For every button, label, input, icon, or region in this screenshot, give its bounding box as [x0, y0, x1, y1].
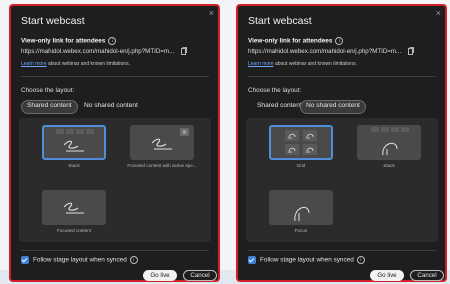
- learn-more-rest: about webinar and known limitations.: [46, 61, 130, 67]
- dialog-title: Start webcast: [248, 15, 312, 27]
- go-live-button[interactable]: Go live: [143, 270, 177, 281]
- view-only-link-label: View-only link for attendees: [248, 37, 333, 45]
- layout-label-grid: Grid: [296, 163, 306, 168]
- info-icon[interactable]: i: [129, 256, 138, 264]
- divider: [21, 76, 209, 77]
- layout-panel: Grid Stack Focus: [246, 118, 438, 242]
- layout-option-stack[interactable]: [357, 125, 421, 160]
- grid-faces-icon: [285, 130, 317, 155]
- learn-more-link[interactable]: Learn more: [21, 61, 47, 67]
- layout-option-focused-content[interactable]: [42, 190, 106, 225]
- view-only-link-title: View-only link for attendees i: [248, 37, 344, 45]
- layout-label-focus: Focus: [294, 228, 308, 233]
- layout-option-stack[interactable]: [42, 125, 106, 160]
- copy-icon[interactable]: [181, 47, 187, 55]
- choose-layout-label: Choose the layout:: [248, 87, 302, 94]
- divider: [248, 250, 436, 251]
- view-only-link-title: View-only link for attendees i: [21, 37, 117, 45]
- cancel-button[interactable]: Cancel: [410, 270, 444, 281]
- start-webcast-dialog-shared: Start webcast × View-only link for atten…: [9, 4, 220, 282]
- dialog-title: Start webcast: [21, 15, 85, 27]
- start-webcast-dialog-no-shared: Start webcast × View-only link for atten…: [236, 4, 447, 282]
- follow-checkbox[interactable]: [21, 256, 29, 264]
- info-icon[interactable]: i: [356, 256, 365, 264]
- tab-no-shared-content[interactable]: No shared content: [79, 100, 143, 112]
- layout-label-focused-content: Focused content: [57, 228, 91, 233]
- face-focus-icon: [294, 206, 310, 222]
- tab-no-shared-content[interactable]: No shared content: [300, 100, 366, 114]
- divider: [21, 250, 209, 251]
- layout-label-stack: Stack: [383, 163, 395, 168]
- follow-stage-label: Follow stage layout when synced i: [260, 256, 365, 264]
- choose-layout-label: Choose the layout:: [21, 87, 75, 94]
- tab-shared-content[interactable]: Shared content: [252, 100, 307, 112]
- layout-option-grid[interactable]: [269, 125, 333, 160]
- signature-with-speaker-icon: [151, 128, 189, 150]
- go-live-button[interactable]: Go live: [370, 270, 404, 281]
- follow-stage-label: Follow stage layout when synced i: [33, 256, 138, 264]
- close-icon[interactable]: ×: [209, 8, 214, 18]
- follow-stage-text: Follow stage layout when synced: [260, 256, 354, 264]
- info-icon[interactable]: i: [335, 37, 344, 45]
- layout-label-focused-with-speaker: Focused content with active spe...: [127, 163, 197, 168]
- signature-icon: [56, 129, 94, 152]
- info-icon[interactable]: i: [108, 37, 117, 45]
- layout-label-stack: Stack: [68, 163, 80, 168]
- layout-panel: Stack Focused content with active spe...…: [19, 118, 211, 242]
- cancel-button[interactable]: Cancel: [183, 270, 217, 281]
- signature-icon: [63, 202, 84, 214]
- divider: [248, 76, 436, 77]
- tab-shared-content[interactable]: Shared content: [21, 100, 78, 114]
- follow-checkbox[interactable]: [248, 256, 256, 264]
- face-stack-icon: [371, 127, 409, 156]
- learn-more-link[interactable]: Learn more: [248, 61, 274, 67]
- learn-more-text: Learn more about webinar and known limit…: [21, 61, 130, 67]
- layout-option-focus[interactable]: [269, 190, 333, 225]
- follow-stage-text: Follow stage layout when synced: [33, 256, 127, 264]
- learn-more-text: Learn more about webinar and known limit…: [248, 61, 357, 67]
- attendee-url: https://mahidol.webex.com/mahidol-en/j.p…: [21, 48, 175, 55]
- close-icon[interactable]: ×: [436, 8, 441, 18]
- view-only-link-label: View-only link for attendees: [21, 37, 106, 45]
- copy-icon[interactable]: [408, 47, 414, 55]
- learn-more-rest: about webinar and known limitations.: [273, 61, 357, 67]
- layout-option-focused-with-speaker[interactable]: [130, 125, 194, 160]
- attendee-url: https://mahidol.webex.com/mahidol-en/j.p…: [248, 48, 402, 55]
